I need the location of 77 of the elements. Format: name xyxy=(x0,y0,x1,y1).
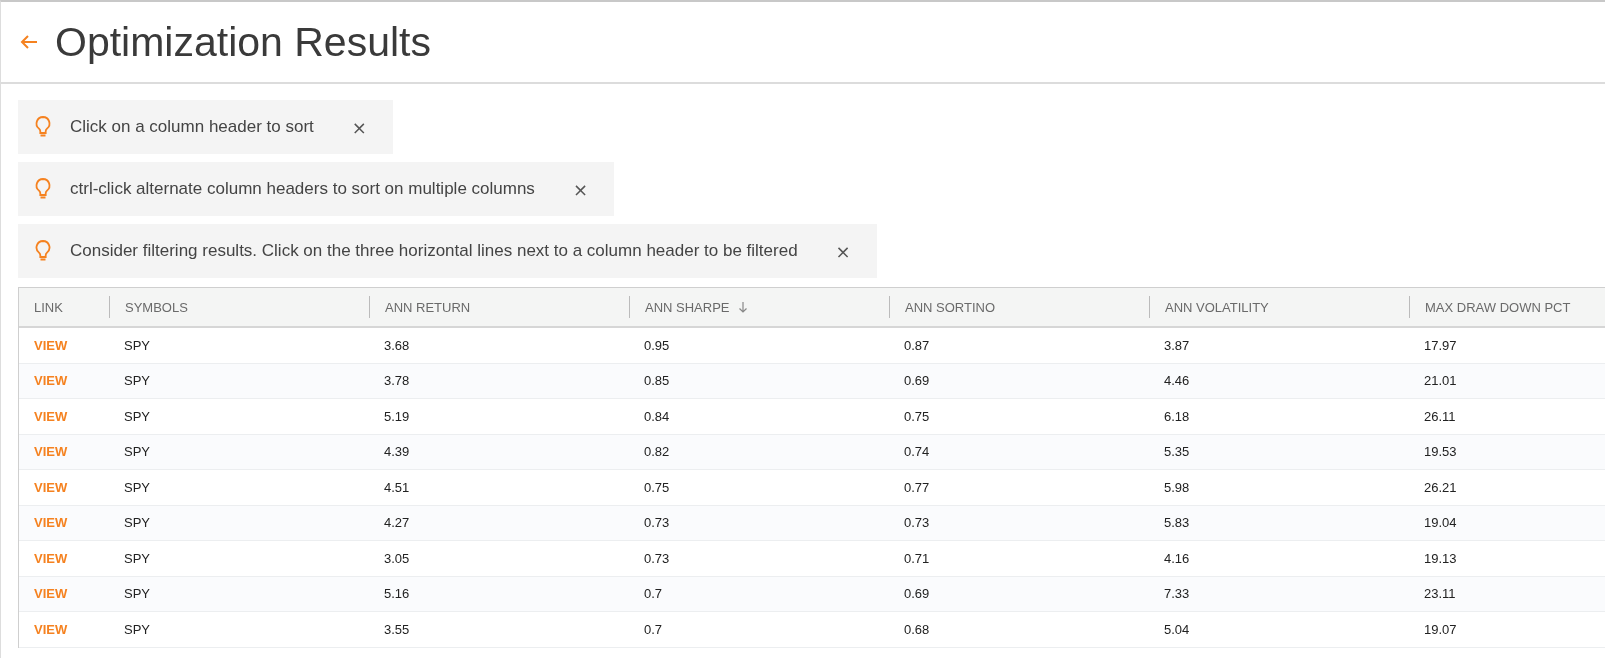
table-cell-text: SPY xyxy=(123,478,151,497)
lightbulb-icon xyxy=(34,115,52,139)
table-cell-text: 5.16 xyxy=(383,585,411,604)
page-title: Optimization Results xyxy=(55,18,431,66)
table-cell-text: SPY xyxy=(123,620,151,639)
table-cell-text: 7.33 xyxy=(1163,585,1191,604)
table-cell-text: 0.87 xyxy=(903,336,931,355)
table-cell-text: SPY xyxy=(123,549,151,568)
table-cell-text: 3.68 xyxy=(383,336,411,355)
column-header[interactable]: ANN RETURN xyxy=(369,296,629,318)
sort-descending-icon xyxy=(737,301,748,313)
column-header[interactable]: LINK xyxy=(19,288,109,326)
lightbulb-icon xyxy=(34,177,52,201)
view-link[interactable]: VIEW xyxy=(34,479,68,495)
table-cell-text: SPY xyxy=(123,514,151,533)
table-cell-text: 0.68 xyxy=(903,620,931,639)
table-cell-text: 0.95 xyxy=(643,336,671,355)
table-cell-text: SPY xyxy=(123,443,151,462)
close-button[interactable]: × xyxy=(347,116,371,138)
table-cell-text: 0.75 xyxy=(903,407,931,426)
view-link[interactable]: VIEW xyxy=(34,550,68,566)
table-cell-text: 0.77 xyxy=(903,478,931,497)
close-button[interactable]: × xyxy=(831,240,855,262)
table-cell-text: 5.35 xyxy=(1163,443,1191,462)
table-cell-text: 3.87 xyxy=(1163,336,1191,355)
table-cell-text: 19.53 xyxy=(1423,443,1458,462)
table-cell-text: 0.75 xyxy=(643,478,671,497)
table-cell-text: 0.69 xyxy=(903,585,931,604)
table-cell-text: 0.74 xyxy=(903,443,931,462)
table-cell-text: 6.18 xyxy=(1163,407,1191,426)
table-cell-text: 0.73 xyxy=(643,549,671,568)
table-cell-text: 5.83 xyxy=(1163,514,1191,533)
table-cell-text: 3.78 xyxy=(383,372,411,391)
table-cell-text: 4.27 xyxy=(383,514,411,533)
view-link[interactable]: VIEW xyxy=(34,408,68,424)
column-header[interactable]: SYMBOLS xyxy=(109,296,369,318)
table-cell-text: 0.69 xyxy=(903,372,931,391)
table-cell-text: 0.85 xyxy=(643,372,671,391)
table-cell-text: 0.7 xyxy=(643,620,664,639)
view-link[interactable]: VIEW xyxy=(34,621,68,637)
column-header[interactable]: ANN VOLATILITY xyxy=(1149,296,1409,318)
table-cell-text: 0.73 xyxy=(903,514,931,533)
table-cell-text: SPY xyxy=(123,407,151,426)
view-link[interactable]: VIEW xyxy=(34,337,68,353)
table-cell-text: 0.7 xyxy=(643,585,664,604)
table-cell-text: SPY xyxy=(123,585,151,604)
table-cell-text: 0.84 xyxy=(643,407,671,426)
table-cell-text: 4.46 xyxy=(1163,372,1191,391)
table-cell-text: SPY xyxy=(123,336,151,355)
table-cell-text: 0.71 xyxy=(903,549,931,568)
table-cell-text: 0.73 xyxy=(643,514,671,533)
table-cell-text: 4.39 xyxy=(383,443,411,462)
column-header[interactable]: ANN SORTINO xyxy=(889,296,1149,318)
table-cell-text: 4.51 xyxy=(383,478,411,497)
column-header[interactable]: ANN SHARPE xyxy=(629,296,889,318)
table-cell-text: 3.05 xyxy=(383,549,411,568)
table-cell-text: 3.55 xyxy=(383,620,411,639)
tip-text: ctrl-click alternate column headers to sort on multiple columns xyxy=(70,179,535,199)
table-cell-text: 21.01 xyxy=(1423,372,1458,391)
table-cell-text: 5.19 xyxy=(383,407,411,426)
table-cell-text: SPY xyxy=(123,372,151,391)
lightbulb-icon xyxy=(34,239,52,263)
table-cell-text: 0.82 xyxy=(643,443,671,462)
table-cell-text: 23.11 xyxy=(1423,585,1457,604)
table-cell-text: 5.98 xyxy=(1163,478,1191,497)
column-header[interactable]: MAX DRAW DOWN PCT xyxy=(1409,296,1605,318)
table-cell-text: 26.11 xyxy=(1423,407,1457,426)
table-cell-text: 19.07 xyxy=(1423,620,1458,639)
tip-text: Consider filtering results. Click on the three horizontal lines next to a column header to be filtered xyxy=(70,241,798,261)
close-button[interactable]: × xyxy=(568,178,592,200)
table-cell-text: 19.04 xyxy=(1423,514,1458,533)
table-cell-text: 5.04 xyxy=(1163,620,1191,639)
table-cell-text: 4.16 xyxy=(1163,549,1191,568)
table-cell-text: 26.21 xyxy=(1423,478,1458,497)
table-cell-text: 19.13 xyxy=(1423,549,1458,568)
table-cell-text: 17.97 xyxy=(1423,336,1458,355)
tip-text: Click on a column header to sort xyxy=(70,117,314,137)
